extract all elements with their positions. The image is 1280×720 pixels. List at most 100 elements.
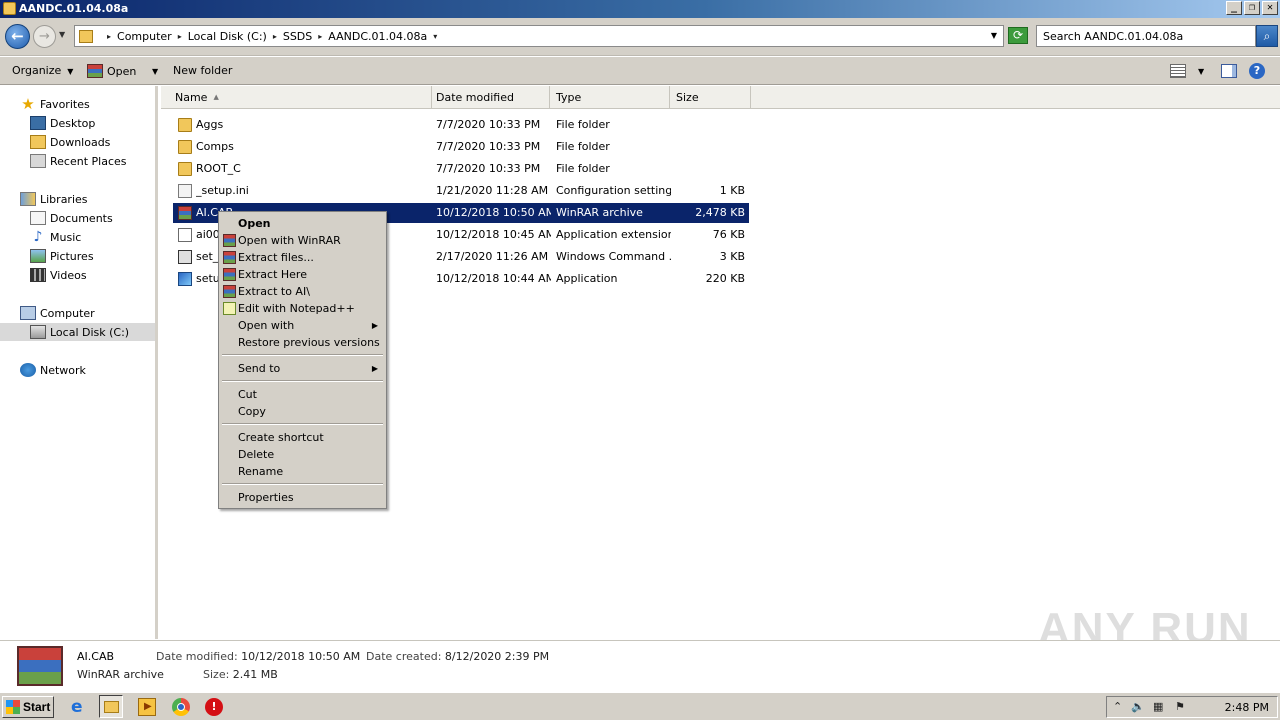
organize-button[interactable]: Organize ▼	[12, 64, 73, 77]
nav-music[interactable]: ♪ Music	[30, 228, 82, 246]
menu-open-with[interactable]: Open with ▶	[221, 317, 384, 334]
menu-restore-previous-versions[interactable]: Restore previous versions	[221, 334, 384, 351]
column-name[interactable]: Name ▲	[169, 86, 432, 109]
file-row[interactable]: ROOT_C 7/7/2020 10:33 PM File folder	[173, 159, 749, 179]
downloads-icon	[30, 135, 46, 149]
file-row[interactable]: Aggs 7/7/2020 10:33 PM File folder	[173, 115, 749, 135]
nav-libraries[interactable]: Libraries	[20, 190, 88, 208]
nav-recent-places[interactable]: Recent Places	[30, 152, 127, 170]
details-value: 10/12/2018 10:50 AM	[241, 650, 361, 663]
views-dropdown-button[interactable]: ▼	[1192, 64, 1204, 77]
menu-create-shortcut[interactable]: Create shortcut	[221, 429, 384, 446]
menu-label: Open with WinRAR	[238, 234, 341, 247]
refresh-button[interactable]: ⟳	[1008, 27, 1028, 44]
file-date: 2/17/2020 11:26 AM	[436, 250, 549, 263]
search-input[interactable]: Search AANDC.01.04.08a	[1036, 25, 1256, 47]
submenu-arrow-icon: ▶	[371, 321, 378, 330]
internet-explorer-icon[interactable]: e	[71, 698, 89, 716]
desktop-icon	[30, 116, 46, 130]
menu-extract-files[interactable]: Extract files...	[221, 249, 384, 266]
chevron-down-icon: ▼	[67, 67, 74, 76]
window-controls: _ ❐ ✕	[1226, 1, 1278, 15]
network-tray-icon[interactable]: ▦	[1153, 700, 1163, 713]
file-type: Configuration settings	[556, 184, 671, 197]
new-folder-button[interactable]: New folder	[173, 64, 232, 77]
nav-documents[interactable]: Documents	[30, 209, 113, 227]
chevron-down-icon[interactable]: ▾	[433, 32, 437, 41]
menu-extract-here[interactable]: Extract Here	[221, 266, 384, 283]
menu-properties[interactable]: Properties	[221, 489, 384, 506]
nav-favorites[interactable]: ★ Favorites	[20, 95, 89, 113]
details-label: Date created:	[366, 650, 442, 663]
recent-pages-dropdown[interactable]: ▼	[59, 30, 65, 39]
close-button[interactable]: ✕	[1262, 1, 1278, 15]
nav-network[interactable]: Network	[20, 361, 86, 379]
chevron-right-icon[interactable]: ▸	[107, 32, 111, 41]
file-row[interactable]: Comps 7/7/2020 10:33 PM File folder	[173, 137, 749, 157]
nav-desktop[interactable]: Desktop	[30, 114, 95, 132]
pictures-icon	[30, 249, 46, 263]
column-date-modified[interactable]: Date modified	[430, 86, 550, 109]
preview-pane-icon[interactable]	[1221, 64, 1237, 78]
menu-send-to[interactable]: Send to ▶	[221, 360, 384, 377]
menu-edit-notepadpp[interactable]: Edit with Notepad++	[221, 300, 384, 317]
column-type[interactable]: Type	[550, 86, 670, 109]
folder-icon	[79, 29, 93, 43]
help-icon[interactable]: ?	[1249, 63, 1265, 79]
file-type: Windows Command ...	[556, 250, 671, 263]
opera-icon[interactable]: !	[205, 698, 223, 716]
file-explorer-taskbar-button[interactable]	[99, 695, 123, 718]
volume-icon[interactable]: 🔈	[1131, 700, 1145, 713]
breadcrumb-ssds[interactable]: SSDS	[283, 30, 312, 43]
chevron-right-icon[interactable]: ▸	[178, 32, 182, 41]
file-row[interactable]: _setup.ini 1/21/2020 11:28 AM Configurat…	[173, 181, 749, 201]
music-icon: ♪	[33, 229, 43, 245]
nav-label: Desktop	[50, 116, 96, 130]
nav-downloads[interactable]: Downloads	[30, 133, 110, 151]
nav-label: Pictures	[50, 249, 94, 263]
file-name: ROOT_C	[196, 162, 241, 175]
file-type: Application	[556, 272, 618, 285]
menu-copy[interactable]: Copy	[221, 403, 384, 420]
menu-rename[interactable]: Rename	[221, 463, 384, 480]
breadcrumb-local-disk[interactable]: Local Disk (C:)	[188, 30, 267, 43]
chrome-icon[interactable]	[172, 698, 190, 716]
menu-divider	[222, 423, 383, 425]
start-label: Start	[23, 700, 51, 714]
breadcrumb-current-folder[interactable]: AANDC.01.04.08a	[328, 30, 427, 43]
clock[interactable]: 2:48 PM	[1225, 701, 1269, 714]
windows-logo-icon	[6, 700, 20, 714]
menu-cut[interactable]: Cut	[221, 386, 384, 403]
menu-divider	[222, 380, 383, 382]
maximize-button[interactable]: ❐	[1244, 1, 1260, 15]
menu-label: Extract to AI\	[238, 285, 310, 298]
views-icon[interactable]	[1170, 64, 1186, 78]
open-dropdown-button[interactable]: ▼	[146, 64, 158, 77]
breadcrumb-computer[interactable]: Computer	[117, 30, 172, 43]
breadcrumb[interactable]: ▸ Computer ▸ Local Disk (C:) ▸ SSDS ▸ AA…	[74, 25, 1004, 47]
open-button[interactable]: Open	[87, 64, 136, 78]
nav-computer[interactable]: Computer	[20, 304, 95, 322]
minimize-button[interactable]: _	[1226, 1, 1242, 15]
address-history-dropdown[interactable]: ▼	[991, 31, 997, 40]
back-button[interactable]: ←	[5, 24, 30, 49]
chevron-right-icon[interactable]: ▸	[273, 32, 277, 41]
search-icon[interactable]: ⌕	[1256, 25, 1278, 47]
column-size[interactable]: Size	[670, 86, 751, 109]
show-hidden-icons-icon[interactable]: ⌃	[1113, 700, 1122, 713]
nav-pictures[interactable]: Pictures	[30, 247, 94, 265]
menu-open-with-winrar[interactable]: Open with WinRAR	[221, 232, 384, 249]
media-player-icon[interactable]: ▶	[138, 698, 156, 716]
menu-extract-to[interactable]: Extract to AI\	[221, 283, 384, 300]
nav-videos[interactable]: Videos	[30, 266, 87, 284]
details-file-type: WinRAR archive	[77, 668, 164, 681]
forward-button[interactable]: →	[33, 25, 56, 48]
menu-delete[interactable]: Delete	[221, 446, 384, 463]
file-type: File folder	[556, 118, 610, 131]
nav-local-disk[interactable]: Local Disk (C:)	[0, 323, 155, 341]
action-center-flag-icon[interactable]: ⚑	[1175, 700, 1185, 713]
menu-open[interactable]: Open	[221, 215, 384, 232]
chevron-right-icon[interactable]: ▸	[318, 32, 322, 41]
hard-disk-icon	[30, 325, 46, 339]
start-button[interactable]: Start	[2, 696, 54, 718]
